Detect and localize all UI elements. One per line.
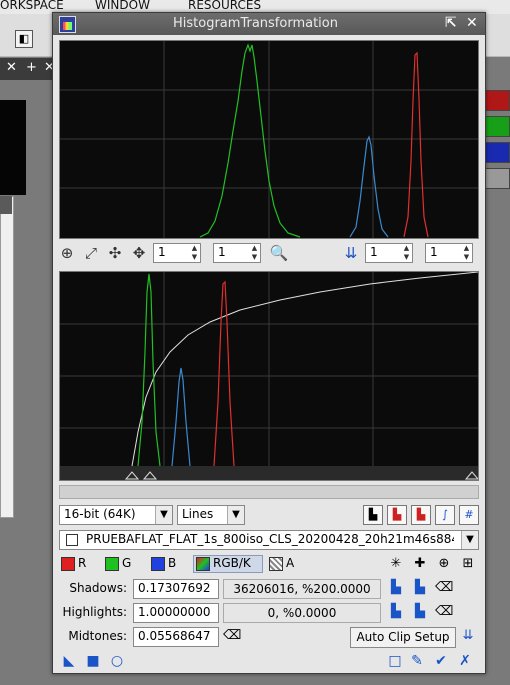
histogram-transformation-dialog: HistogramTransformation ⇱ ✕ ⊕ ⤢ ✣ ✥ 1 ▲ ▼… [52, 12, 486, 674]
red-output-curve [213, 280, 235, 467]
add-icon[interactable]: + [26, 60, 37, 75]
histogram-app-icon [59, 16, 76, 33]
channel-rgbk[interactable]: RGB/K [193, 555, 263, 573]
blue-histogram-curve [349, 135, 389, 238]
spin-arrows-icon[interactable]: ▲ ▼ [250, 244, 259, 262]
highlights-clip-readout: 0, %0.0000 [223, 603, 381, 623]
red-channel-swatch [61, 557, 75, 571]
workspace-icon[interactable]: ◧ [15, 30, 33, 48]
readout-star-icon[interactable]: ✳ [387, 555, 405, 573]
background-panel-title [0, 196, 12, 214]
curve-graph-icon[interactable]: ∫ [435, 505, 455, 525]
browse-documentation-icon[interactable]: □ [387, 653, 403, 669]
menu-resources[interactable]: RESOURCES [188, 0, 261, 12]
crosshair-icon[interactable]: ⊕ [57, 243, 77, 263]
apply-icon[interactable]: ✔ [433, 653, 449, 669]
resolution-select[interactable]: 16-bit (64K) ▼ [59, 505, 173, 525]
rejection-graph-icon[interactable]: ▙ [387, 505, 407, 525]
blue-bar [484, 142, 510, 163]
auto-shadows-icon[interactable]: ▙ [387, 579, 405, 597]
process-bar: ◣ ■ ○ □ ✎ ✔ ✗ [53, 653, 485, 673]
grid-toggle-icon[interactable]: # [459, 505, 479, 525]
bottom-zoom-h-spinbox[interactable]: 1 ▲ ▼ [365, 243, 413, 263]
close-icon[interactable]: ✕ [6, 60, 17, 75]
zoom-fit-icon[interactable]: ⤢ [81, 243, 101, 263]
alpha-channel-swatch [269, 557, 283, 571]
spin-arrows-icon[interactable]: ▲ ▼ [190, 244, 199, 262]
output-range-strip [60, 466, 478, 480]
blue-output-curve [171, 367, 191, 467]
green-channel-swatch [105, 557, 119, 571]
midtones-label: Midtones: [68, 629, 127, 643]
image-view-icon [66, 534, 78, 546]
green-histogram-curve [199, 43, 301, 238]
histogram-zoom-controls: ⊕ ⤢ ✣ ✥ 1 ▲ ▼ 1 ▲ ▼ 🔍 ⇊ 1 ▲ ▼ 1 ▲ ▼ [55, 243, 483, 267]
image-view-background [0, 100, 26, 195]
output-histogram[interactable] [59, 271, 479, 481]
graph-style-select[interactable]: Lines ▼ [177, 505, 245, 525]
auto-shadows-all-icon[interactable]: ▙ [411, 579, 429, 597]
highlights-input[interactable]: 1.00000000 [133, 603, 219, 623]
zoom-reset-icon[interactable]: ✣ [105, 243, 125, 263]
selected-image-name: PRUEBAFLAT_FLAT_1s_800iso_CLS_20200428_2… [86, 532, 454, 546]
reset-midtones-icon[interactable]: ⌫ [223, 627, 241, 645]
dialog-title: HistogramTransformation [173, 16, 338, 31]
menu-workspace[interactable]: ORKSPACE [0, 0, 64, 12]
background-panel [0, 196, 14, 518]
histogram-grid [60, 41, 478, 238]
menu-window[interactable]: WINDOW [95, 0, 150, 12]
spin-arrows-icon[interactable]: ▲ ▼ [402, 244, 411, 262]
transfer-curve [131, 272, 478, 467]
target-icon[interactable]: ⊞ [459, 555, 477, 573]
crosshair-icon[interactable]: ⊕ [435, 555, 453, 573]
apply-global-icon[interactable]: ■ [85, 653, 101, 669]
highlights-label: Highlights: [62, 605, 127, 619]
red-histogram-curve [403, 51, 429, 238]
output-histogram-plot [60, 272, 478, 480]
bottom-zoom-v-spinbox[interactable]: 1 ▲ ▼ [425, 243, 473, 263]
reset-shadows-icon[interactable]: ⌫ [435, 579, 453, 597]
clipping-graph-icon[interactable]: ▙ [411, 505, 431, 525]
histogram-graph-icon[interactable]: ▙ [363, 505, 383, 525]
shadows-label: Shadows: [69, 581, 127, 595]
close-button[interactable]: ✕ [466, 15, 478, 31]
gray-bar [484, 168, 510, 189]
edit-instance-icon[interactable]: ✎ [409, 653, 425, 669]
auto-highlights-icon[interactable]: ▙ [387, 603, 405, 621]
chevron-down-icon[interactable]: ▼ [155, 506, 172, 524]
chevron-down-icon[interactable]: ▼ [461, 531, 478, 549]
top-zoom-v-spinbox[interactable]: 1 ▲ ▼ [213, 243, 261, 263]
spin-arrows-icon[interactable]: ▲ ▼ [462, 244, 471, 262]
blue-channel-swatch [151, 557, 165, 571]
red-bar [484, 90, 510, 111]
zoom-magnifier-icon[interactable]: 🔍 [269, 243, 289, 263]
image-selector[interactable]: PRUEBAFLAT_FLAT_1s_800iso_CLS_20200428_2… [59, 530, 479, 550]
midtones-input[interactable]: 0.05568647 [133, 627, 219, 647]
cross-icon[interactable]: ✚ [411, 555, 429, 573]
reset-all-icon[interactable]: ✗ [457, 653, 473, 669]
green-output-curve [137, 273, 161, 467]
auto-clip-setup-button[interactable]: Auto Clip Setup [350, 627, 456, 648]
background-channel-bars [484, 90, 510, 206]
input-histogram-plot [60, 41, 478, 238]
side-toolbar: ✕ + ✕ [0, 58, 56, 80]
new-instance-icon[interactable]: ◣ [61, 653, 77, 669]
shade-button[interactable]: ⇱ [445, 15, 457, 31]
real-time-preview-icon[interactable]: ○ [109, 653, 125, 669]
shadows-input[interactable]: 0.17307692 [133, 579, 219, 599]
chevron-down-icon[interactable]: ▼ [227, 506, 244, 524]
input-histogram[interactable] [59, 40, 479, 239]
green-bar [484, 116, 510, 137]
shadows-clip-readout: 36206016, %200.0000 [223, 579, 381, 599]
histogram-scrollbar[interactable] [59, 485, 479, 499]
rgb-channel-swatch [196, 557, 210, 571]
double-chevron-down-icon[interactable]: ⇊ [341, 243, 361, 263]
dialog-titlebar[interactable]: HistogramTransformation ⇱ ✕ [53, 13, 485, 35]
pan-icon[interactable]: ✥ [129, 243, 149, 263]
top-zoom-h-spinbox[interactable]: 1 ▲ ▼ [153, 243, 201, 263]
auto-highlights-all-icon[interactable]: ▙ [411, 603, 429, 621]
reset-highlights-icon[interactable]: ⌫ [435, 603, 453, 621]
expand-icon[interactable]: ⇊ [459, 627, 477, 645]
